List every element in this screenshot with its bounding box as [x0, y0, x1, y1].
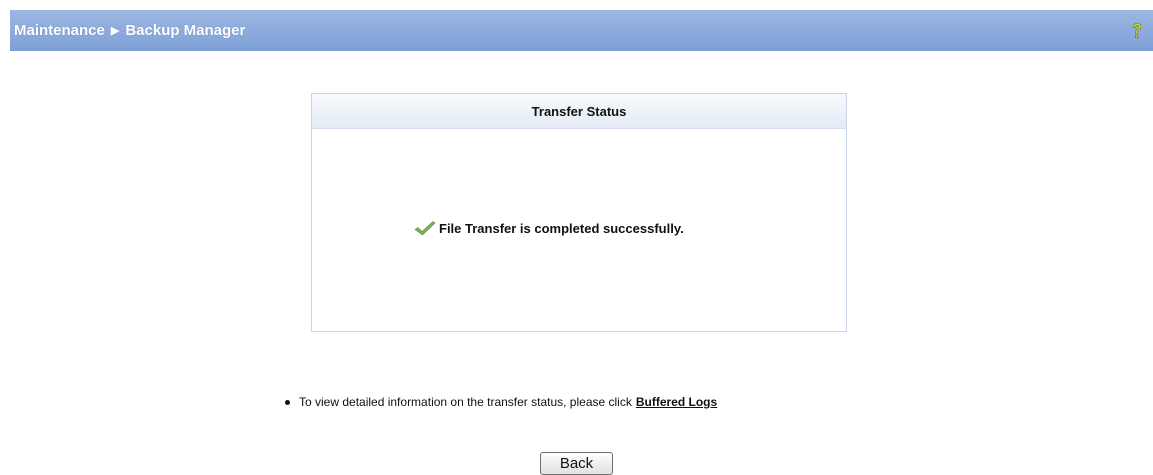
status-message: File Transfer is completed successfully. [414, 220, 684, 236]
back-button[interactable]: Back [540, 452, 613, 475]
transfer-status-panel: Transfer Status File Transfer is complet… [311, 93, 847, 332]
transfer-status-body: File Transfer is completed successfully. [312, 129, 846, 329]
bullet-icon [285, 399, 290, 405]
buffered-logs-link[interactable]: Buffered Logs [636, 395, 717, 409]
breadcrumb-item-maintenance: Maintenance [14, 22, 105, 39]
info-line: To view detailed information on the tran… [285, 395, 717, 409]
info-text: To view detailed information on the tran… [299, 395, 632, 409]
breadcrumb-item-backup-manager: Backup Manager [125, 22, 246, 39]
breadcrumb: Maintenance ▶ Backup Manager [14, 22, 245, 39]
page-header-bar: Maintenance ▶ Backup Manager [10, 10, 1153, 51]
transfer-status-title: Transfer Status [312, 94, 846, 129]
breadcrumb-separator-icon: ▶ [110, 25, 120, 37]
status-message-text: File Transfer is completed successfully. [439, 221, 684, 236]
help-question-icon[interactable] [1131, 22, 1143, 40]
checkmark-icon [414, 221, 436, 236]
